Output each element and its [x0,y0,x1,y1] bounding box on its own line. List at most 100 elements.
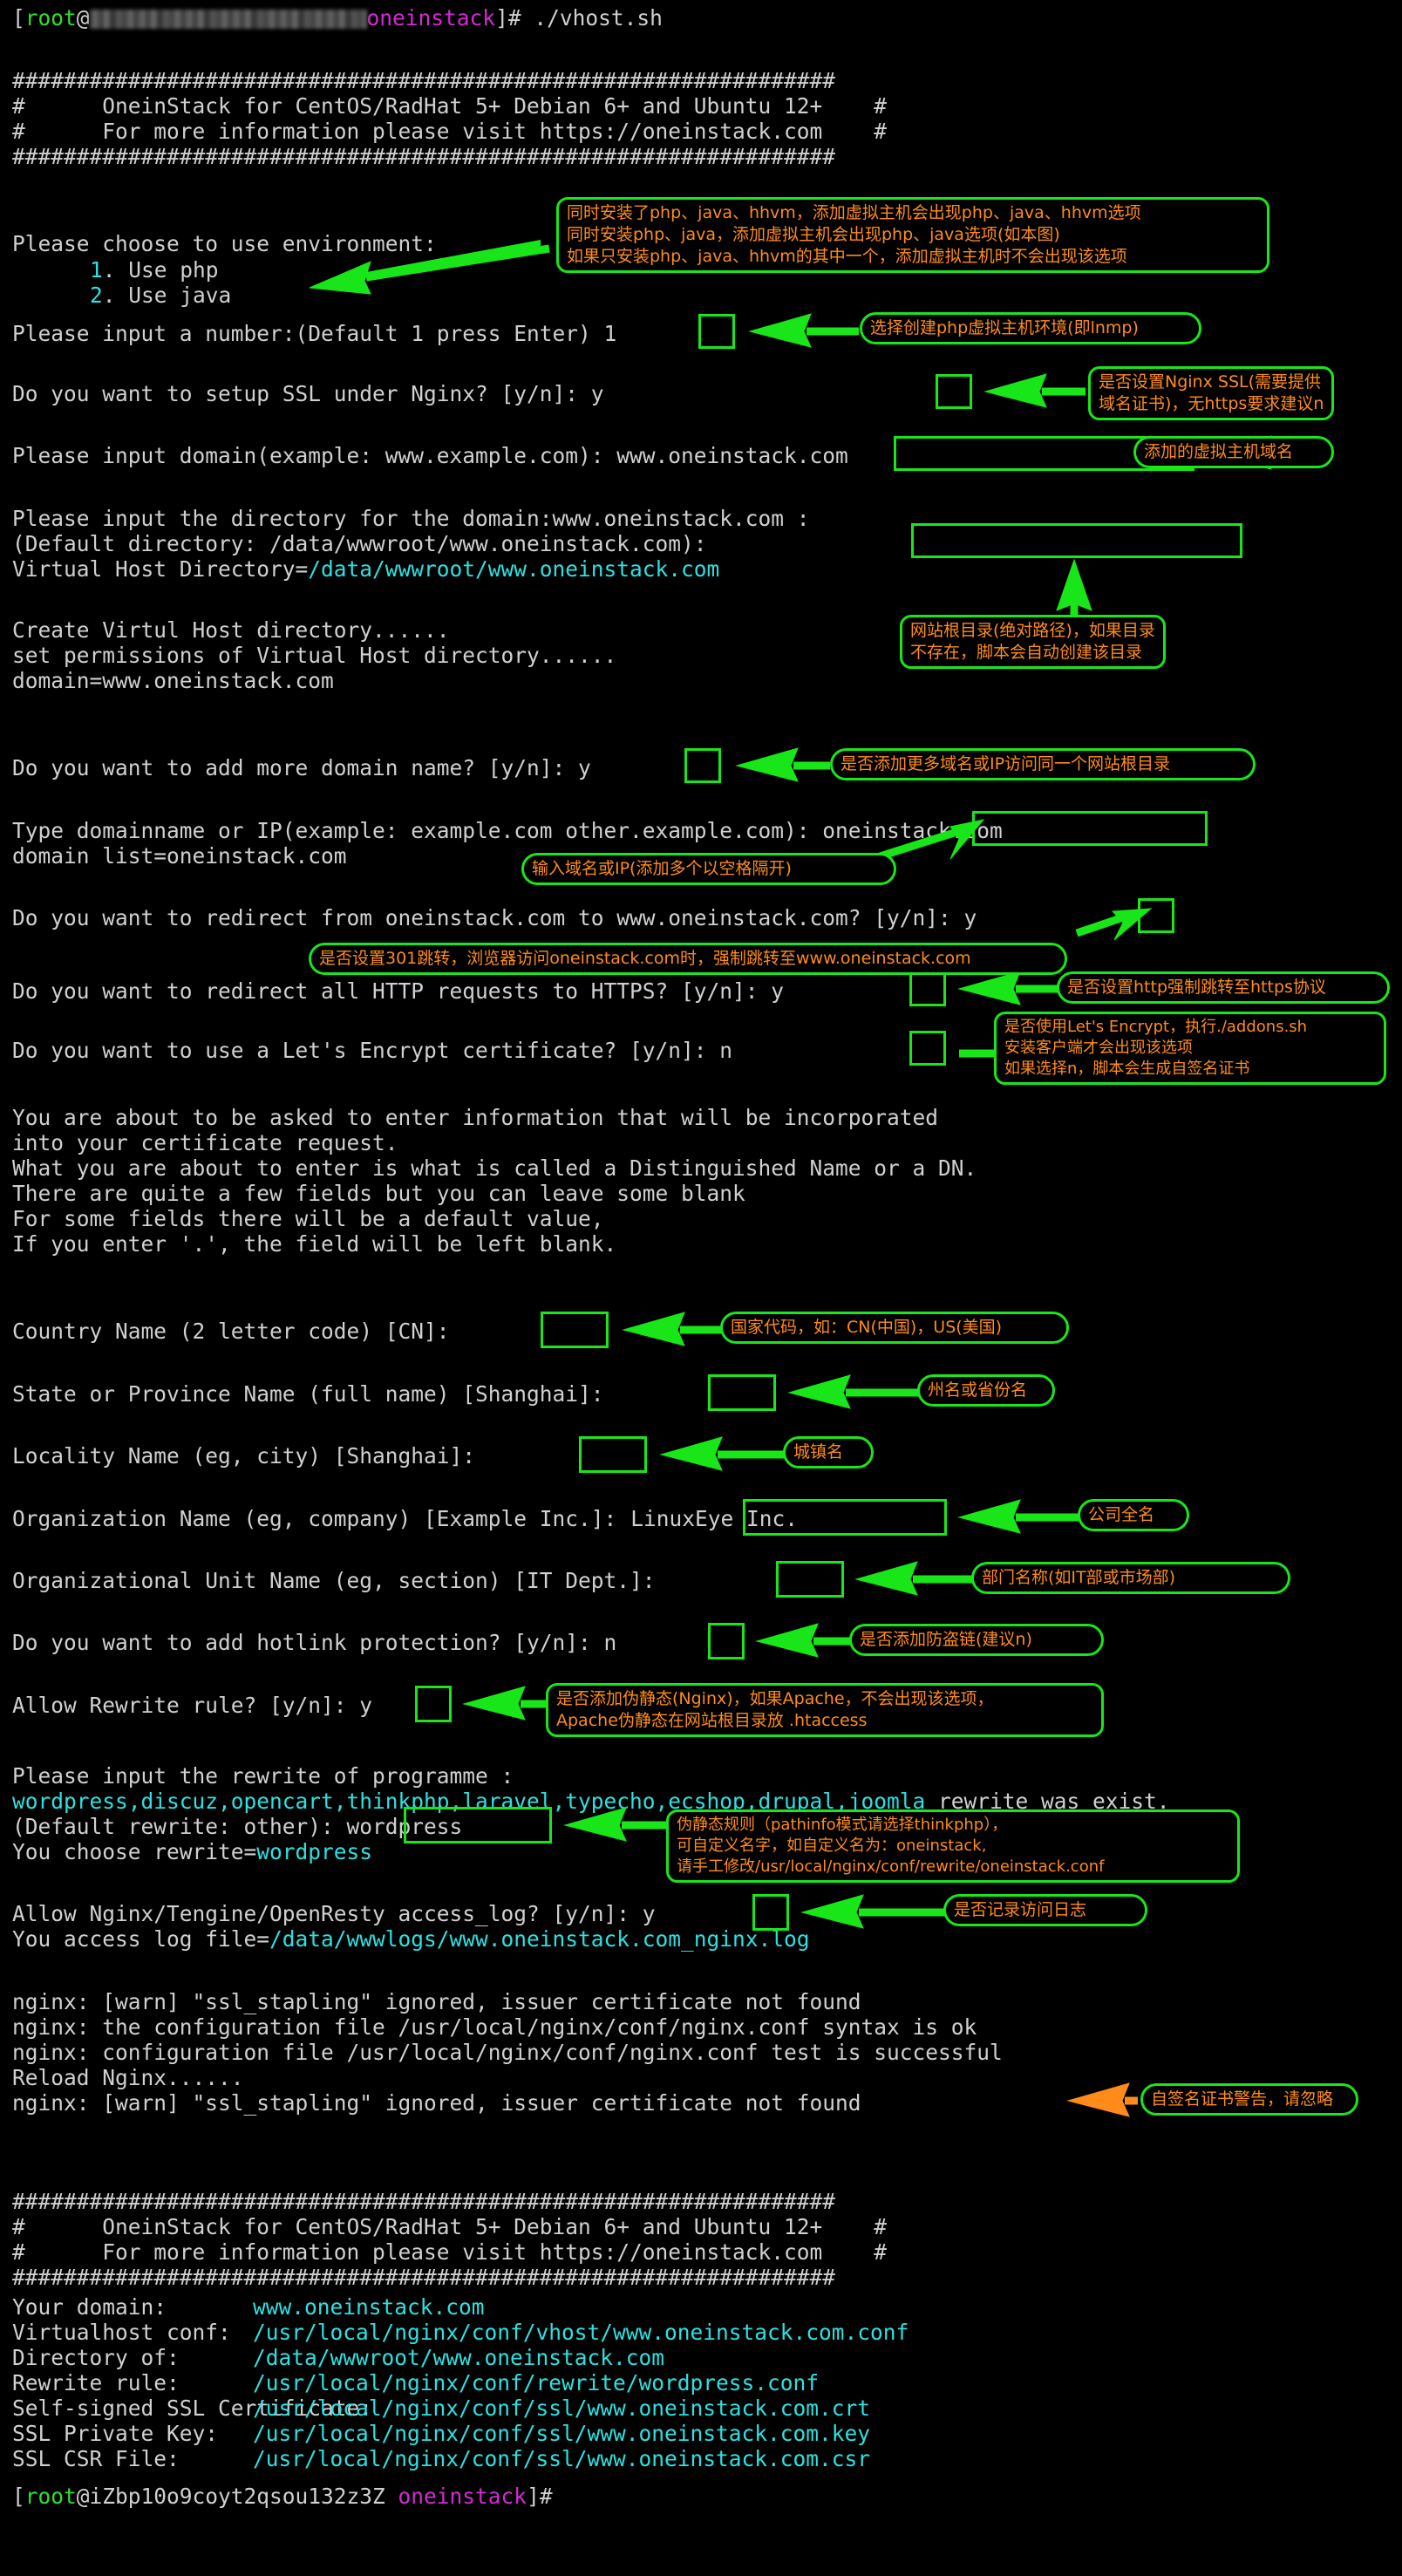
banner-rule-1: ########################################… [12,68,836,93]
annotation-env-options: 同时安装了php、java、hhvm，添加虚拟主机会出现php、java、hhv… [556,197,1269,273]
self-signed-warning-arrow [1066,2082,1138,2117]
access-log-value[interactable]: y [643,1901,656,1926]
letsencrypt-question: Do you want to use a Let's Encrypt certi… [12,1038,733,1063]
banner-info-2: # For more information please visit http… [12,2239,888,2265]
input-number-value[interactable]: 1 [604,321,617,346]
annotation-nginx-ssl: 是否设置Nginx SSL(需要提供 域名证书)，无https要求建议n [1088,366,1335,420]
domain-equals-msg: domain=www.oneinstack.com [12,668,334,693]
annotation-rewrite-detail: 伪静态规则（pathinfo模式请选择thinkphp）， 可自定义名字，如自定… [666,1809,1240,1883]
organization-name-value[interactable]: LinuxEye Inc. [616,1506,798,1531]
highlight-box-accesslog [752,1894,789,1931]
dn-info-3: What you are about to enter is what is c… [12,1155,977,1181]
prompt-dir: oneinstack [366,5,496,31]
summary-value: /usr/local/nginx/conf/ssl/www.oneinstack… [253,2421,871,2446]
annotation-choose-lnmp: 选择创建php虚拟主机环境(即lnmp) [860,312,1201,344]
summary-row: Rewrite rule: [12,2370,180,2395]
annotation-company-name: 公司全名 [1078,1499,1189,1531]
annotation-redirect-301: 是否设置301跳转，浏览器访问oneinstack.com时，强制跳转至www.… [309,943,1067,975]
nginx-test-success: nginx: configuration file /usr/local/ngi… [12,2040,1003,2065]
summary-value: /usr/local/nginx/conf/vhost/www.oneinsta… [253,2320,909,2345]
hotlink-question: Do you want to add hotlink protection? [… [12,1630,617,1655]
locality-name-field-label: Locality Name (eg, city) [Shanghai]: [12,1443,476,1469]
banner-rule-4: ########################################… [12,2265,836,2290]
rewrite-question: Allow Rewrite rule? [y/n]: y [12,1693,373,1718]
type-domain-question: Type domainname or IP(example: example.c… [12,818,1003,843]
annotation-force-https: 是否设置http强制跳转至https协议 [1057,971,1390,1004]
annotation-selfsigned-warning: 自签名证书警告，请忽略 [1140,2083,1358,2116]
highlight-box-dir-input [911,523,1242,558]
domain-question: Please input domain(example: www.example… [12,443,848,468]
prompt-line-bottom: [root@iZbp10o9coyt2qsou132z3Z oneinstack… [12,2484,553,2509]
ssl-answer-value[interactable]: y [591,381,604,406]
hostname-redacted [89,10,367,29]
highlight-box-more-domain [684,748,721,783]
annotation-state-name: 州名或省份名 [917,1374,1055,1407]
state-name-field-label: State or Province Name (full name) [Shan… [12,1381,604,1407]
redirect-question: Do you want to redirect from oneinstack.… [12,905,977,930]
env-option-2-label: . Use java [102,283,232,308]
annotation-city-name: 城镇名 [783,1436,874,1469]
org-unit-field-label: Organizational Unit Name (eg, section) [… [12,1568,656,1593]
dn-info-1: You are about to be asked to enter infor… [12,1105,939,1130]
prompt-user: root [24,5,77,31]
dn-info-2: into your certificate request. [12,1130,398,1155]
access-log-file-line: You access log file=/data/wwwlogs/www.on… [12,1926,810,1952]
domain-value[interactable]: www.oneinstack.com [616,443,848,468]
hotlink-value[interactable]: n [604,1630,617,1655]
summary-row: SSL CSR File: [12,2446,180,2471]
rewrite-default-line: (Default rewrite: other): wordpress [12,1814,463,1839]
summary-row: SSL Private Key: [12,2421,219,2446]
dn-info-4: There are quite a few fields but you can… [12,1181,745,1206]
rewrite-prompt: Please input the rewrite of programme : [12,1763,514,1789]
highlight-box-letsencrypt [909,1031,946,1066]
type-domain-value[interactable]: oneinstack.com [822,818,1003,843]
more-domain-question: Do you want to add more domain name? [y/… [12,755,591,780]
summary-value: www.oneinstack.com [253,2294,485,2320]
more-domain-value[interactable]: y [578,755,591,780]
summary-value: /usr/local/nginx/conf/ssl/www.oneinstack… [253,2446,871,2471]
nginx-warn-1: nginx: [warn] "ssl_stapling" ignored, is… [12,1989,861,2014]
rewrite-chosen-line: You choose rewrite=wordpress [12,1839,373,1864]
directory-question: Please input the directory for the domai… [12,506,810,531]
highlight-box-ou [776,1561,844,1598]
annotation-web-root: 网站根目录(绝对路径)，如果目录 不存在，脚本会自动创建该目录 [900,615,1166,669]
annotation-hotlink: 是否添加防盗链(建议n) [849,1624,1104,1656]
prompt-line-top: [root@ oneinstack]# ./vhost.sh [12,5,663,31]
https-redirect-question: Do you want to redirect all HTTP request… [12,978,785,1004]
letsencrypt-value[interactable]: n [719,1038,732,1063]
access-log-file-value: /data/wwwlogs/www.oneinstack.com_nginx.l… [269,1926,810,1952]
prompt-dir-bottom: oneinstack [398,2484,527,2509]
env-option-2-number: 2 [90,283,103,308]
prompt-user-bottom: root [24,2484,77,2509]
highlight-box-hotlink [708,1623,745,1659]
env-option-2[interactable]: 2. Use java [90,283,231,308]
summary-value: /data/wwwroot/www.oneinstack.com [253,2345,665,2370]
banner-title-2: # OneinStack for CentOS/RadHat 5+ Debian… [12,2214,888,2239]
country-name-field-label: Country Name (2 letter code) [CN]: [12,1319,450,1344]
rewrite-default-value[interactable]: wordpress [347,1814,463,1839]
env-option-1-label: . Use php [102,257,219,283]
redirect-value[interactable]: y [964,905,977,930]
highlight-box-rewrite [415,1686,452,1722]
rewrite-value[interactable]: y [359,1693,372,1718]
prompt-host-bottom: @iZbp10o9coyt2qsou132z3Z [76,2484,398,2509]
env-option-1[interactable]: 1. Use php [90,257,219,283]
domain-list-msg: domain list=oneinstack.com [12,843,347,869]
vhost-directory-value: /data/wwwroot/www.oneinstack.com [308,556,720,582]
highlight-box-country [541,1312,609,1348]
nginx-syntax-ok: nginx: the configuration file /usr/local… [12,2014,977,2040]
highlight-box-ssl [936,374,972,409]
banner-rule-3: ########################################… [12,2189,836,2214]
highlight-box-state [708,1374,776,1411]
annotation-country-code: 国家代码，如：CN(中国)，US(美国) [720,1312,1069,1344]
highlight-box-locality [579,1436,647,1473]
ssl-question: Do you want to setup SSL under Nginx? [y… [12,381,604,406]
summary-value: /usr/local/nginx/conf/rewrite/wordpress.… [253,2370,820,2395]
summary-row: Your domain: [12,2294,167,2320]
banner-title: # OneinStack for CentOS/RadHat 5+ Debian… [12,93,888,119]
nginx-reload-msg: Reload Nginx...... [12,2065,244,2090]
create-dir-msg: Create Virtul Host directory...... [12,617,450,643]
https-redirect-value[interactable]: y [771,978,784,1004]
vhost-directory-line: Virtual Host Directory=/data/wwwroot/www… [12,556,720,582]
nginx-warn-2: nginx: [warn] "ssl_stapling" ignored, is… [12,2090,861,2116]
